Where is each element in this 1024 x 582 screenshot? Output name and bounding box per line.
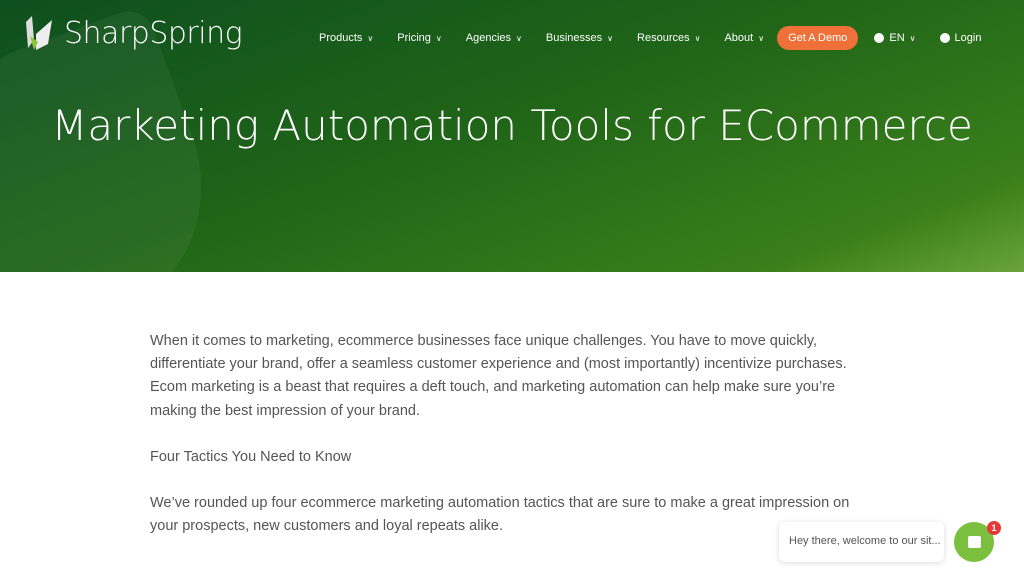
- nav-label: Businesses: [545, 32, 603, 44]
- sharpspring-logo-icon: [26, 16, 52, 50]
- globe-icon: [874, 33, 885, 43]
- get-demo-button[interactable]: Get A Demo: [777, 26, 859, 50]
- language-selector[interactable]: EN ∨: [874, 32, 916, 44]
- nav-businesses[interactable]: Businesses ∨: [546, 32, 613, 44]
- chevron-down-icon: ∨: [516, 33, 522, 43]
- nav-label: Agencies: [465, 32, 512, 44]
- intro-paragraph: When it comes to marketing, ecommerce bu…: [150, 333, 847, 419]
- chat-icon: [967, 536, 981, 548]
- chat-welcome-message[interactable]: Hey there, welcome to our sit...: [779, 522, 944, 562]
- login-link[interactable]: Login: [939, 32, 982, 44]
- chevron-down-icon: ∨: [607, 33, 614, 43]
- login-label: Login: [954, 32, 982, 44]
- hero-banner: SharpSpring Products ∨ Pricing ∨ Agencies ∨…: [0, 0, 1024, 272]
- language-label: EN: [889, 32, 905, 44]
- chevron-down-icon: ∨: [435, 33, 442, 43]
- main-nav: Products ∨ Pricing ∨ Agencies ∨ Businesses ∨…: [319, 26, 1005, 50]
- chevron-down-icon: ∨: [758, 33, 765, 43]
- nav-label: About: [724, 32, 754, 44]
- nav-resources[interactable]: Resources ∨: [637, 32, 700, 44]
- brand-name: SharpSpring: [64, 15, 243, 51]
- arrow-circle-icon: [939, 33, 950, 43]
- nav-about[interactable]: About ∨: [724, 32, 764, 44]
- section-heading: Four Tactics You Need to Know: [150, 448, 352, 465]
- page-title: Marketing Automation Tools for ECommerce: [51, 101, 973, 150]
- nav-label: Resources: [637, 32, 690, 44]
- chevron-down-icon: ∨: [694, 33, 701, 43]
- notification-badge: 1: [987, 521, 1001, 535]
- chevron-down-icon: ∨: [367, 33, 374, 43]
- nav-agencies[interactable]: Agencies ∨: [466, 32, 522, 44]
- nav-pricing[interactable]: Pricing ∨: [397, 32, 441, 44]
- nav-products[interactable]: Products ∨: [319, 32, 373, 44]
- nav-label: Pricing: [397, 32, 431, 44]
- body-paragraph: We’ve rounded up four ecommerce marketin…: [150, 495, 850, 535]
- nav-label: Products: [319, 32, 363, 44]
- article-content: When it comes to marketing, ecommerce bu…: [150, 330, 880, 561]
- logo[interactable]: SharpSpring: [22, 14, 243, 52]
- chevron-down-icon: ∨: [909, 33, 916, 43]
